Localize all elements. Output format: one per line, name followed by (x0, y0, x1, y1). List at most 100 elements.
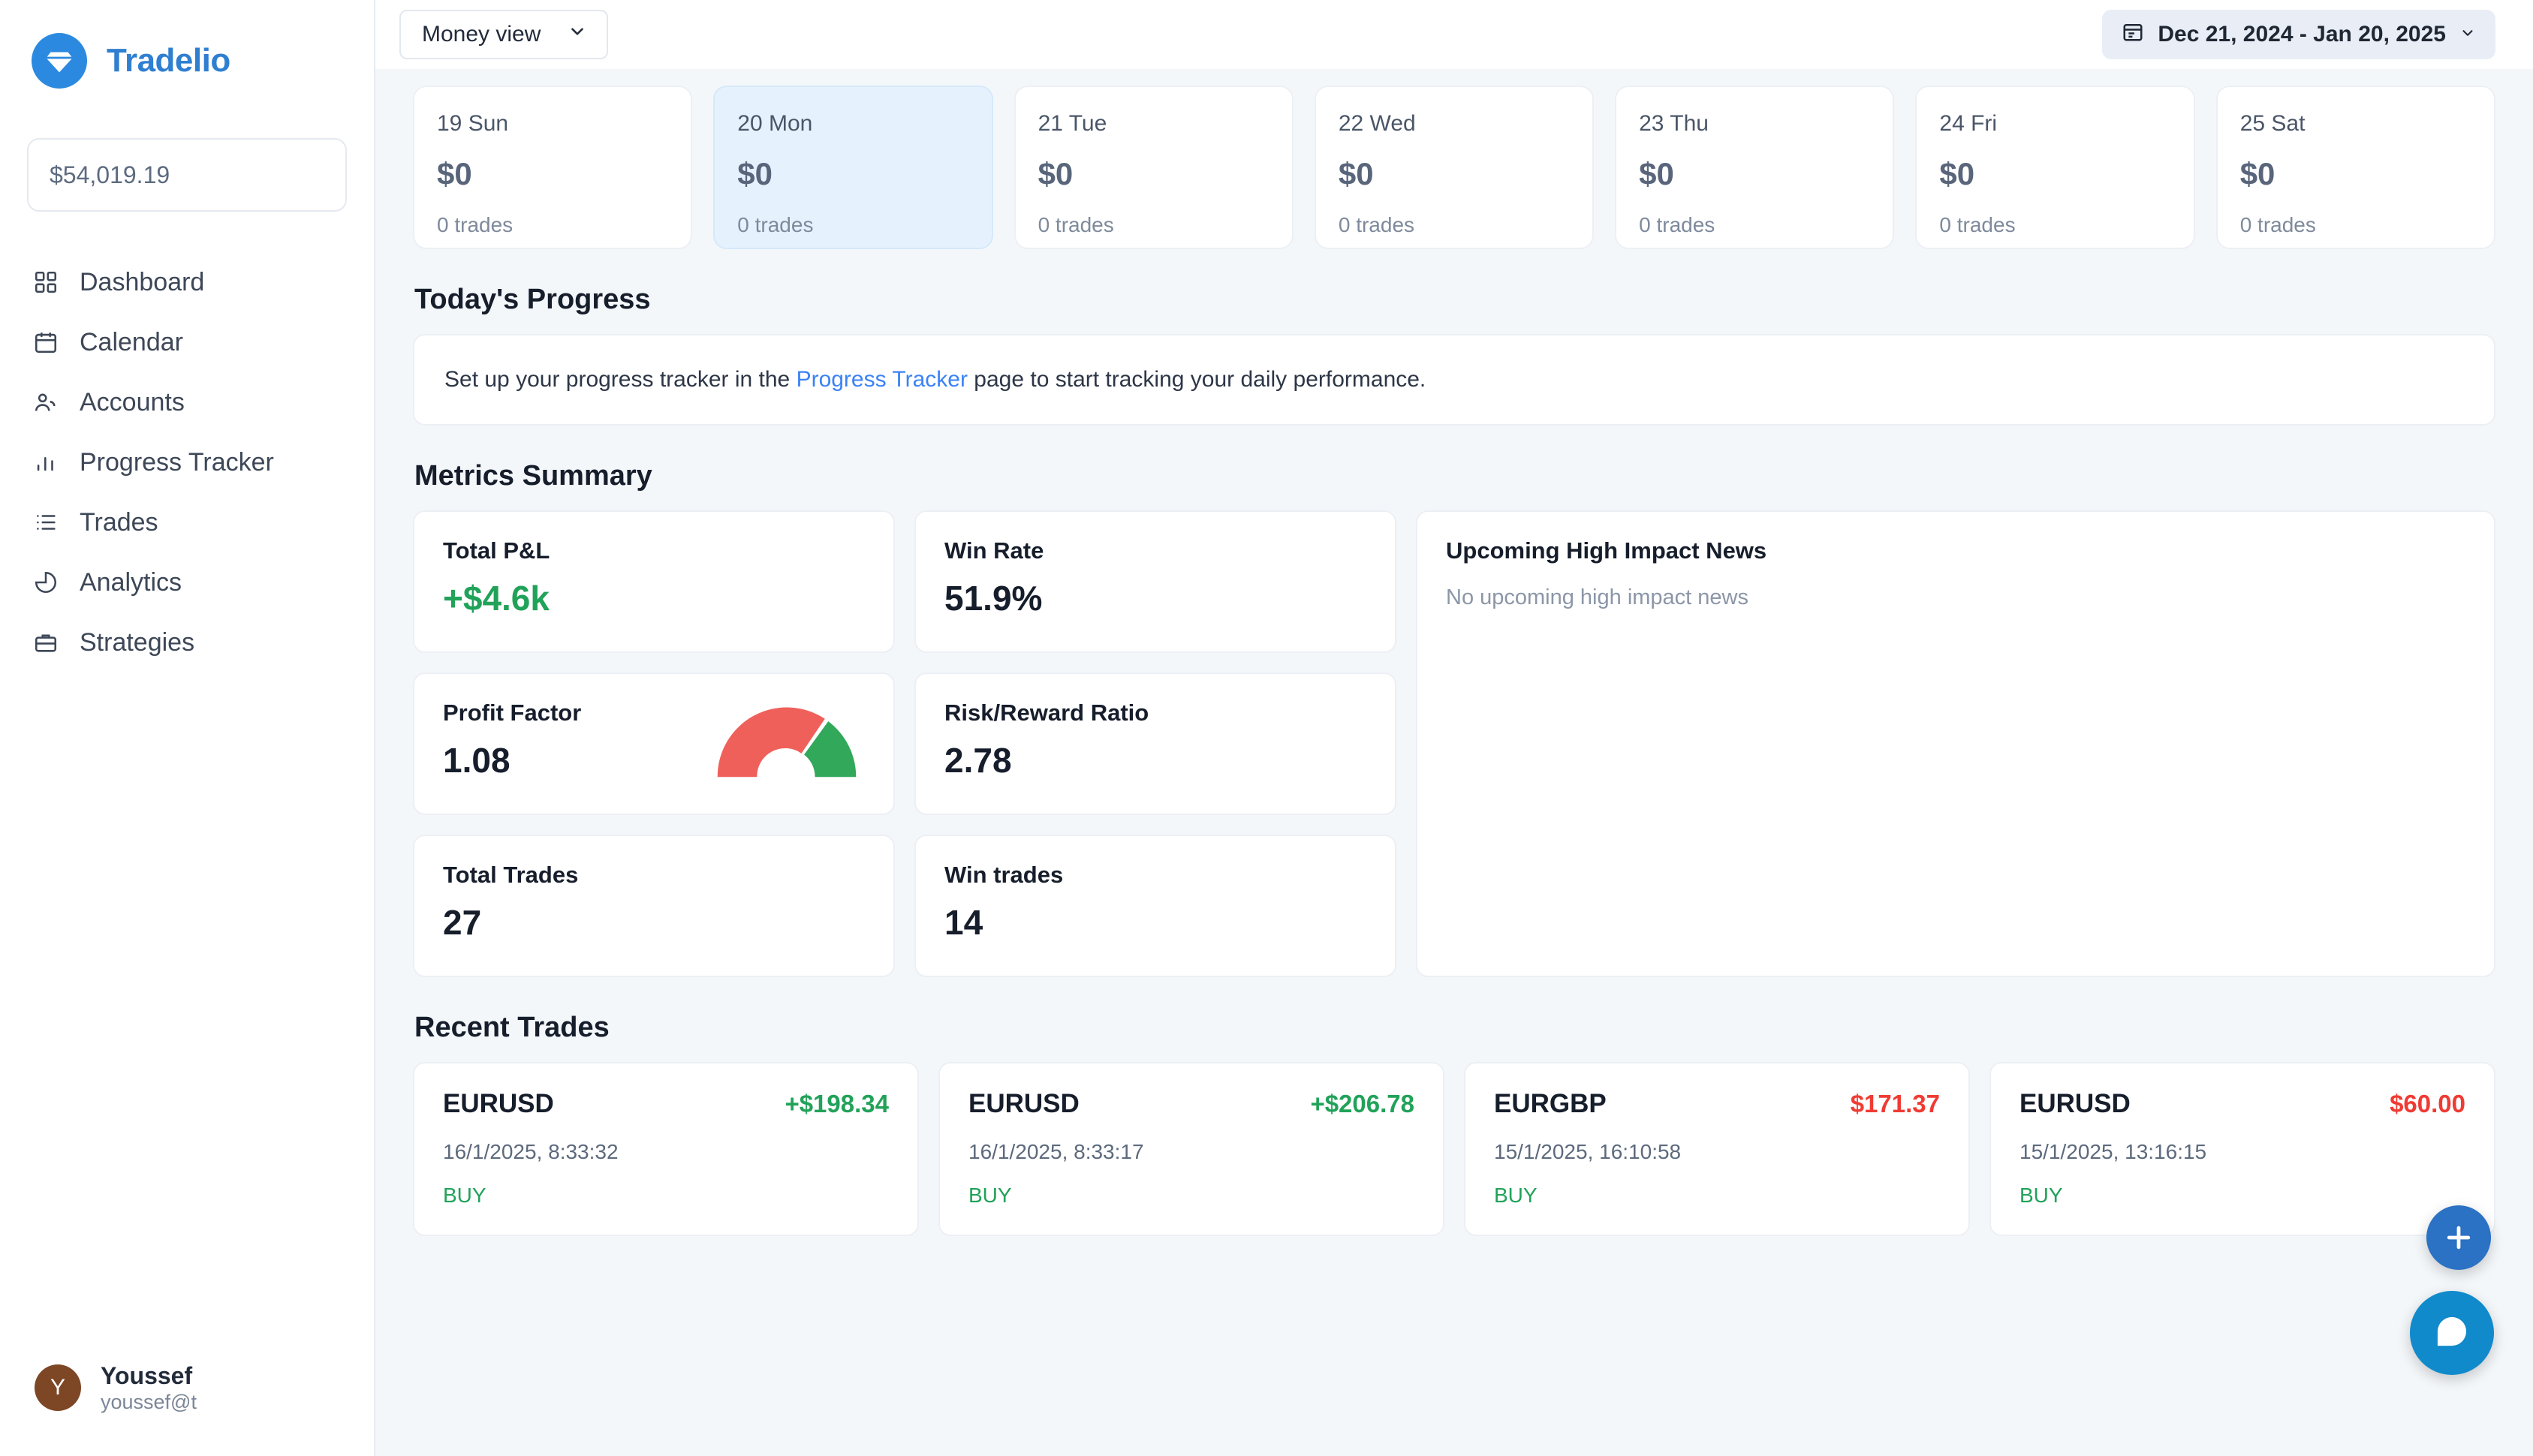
trade-side: BUY (968, 1184, 1012, 1207)
day-card[interactable]: 20 Mon $0 0 trades (713, 86, 993, 249)
day-label: 25 Sat (2239, 111, 2306, 136)
sidebar-item-label: Trades (80, 508, 158, 537)
day-label: 21 Tue (1038, 111, 1107, 136)
progress-tracker-link[interactable]: Progress Tracker (797, 367, 968, 392)
sidebar-item-dashboard[interactable]: Dashboard (0, 252, 374, 312)
day-amount: $0 (437, 156, 472, 191)
avatar: Y (35, 1364, 81, 1412)
trade-time: 15/1/2025, 13:16:15 (2019, 1140, 2207, 1163)
sidebar-item-label: Strategies (80, 628, 195, 657)
day-amount: $0 (1939, 156, 1975, 191)
chat-support-button[interactable] (2410, 1291, 2494, 1375)
sidebar-item-trades[interactable]: Trades (0, 492, 374, 552)
sidebar-item-accounts[interactable]: Accounts (0, 372, 374, 432)
day-label: 22 Wed (1338, 111, 1416, 136)
upcoming-news-empty: No upcoming high impact news (1446, 585, 1748, 609)
trade-side: BUY (2019, 1184, 2063, 1207)
metric-label: Total Trades (443, 862, 579, 888)
metric-label: Risk/Reward Ratio (944, 699, 1149, 726)
trade-pl: +$198.34 (785, 1090, 889, 1118)
plus-icon (2442, 1221, 2475, 1254)
metrics-summary-heading: Metrics Summary (414, 460, 652, 492)
brand[interactable]: Tradelio (0, 0, 374, 89)
trade-time: 16/1/2025, 8:33:32 (443, 1140, 619, 1163)
calendar-icon (2122, 20, 2144, 49)
list-icon (33, 510, 59, 535)
sidebar-item-progress-tracker[interactable]: Progress Tracker (0, 432, 374, 492)
diamond-logo-icon (32, 33, 87, 89)
trade-pl: $171.37 (1850, 1090, 1940, 1118)
progress-text-after: page to start tracking your daily perfor… (967, 367, 1426, 392)
day-card[interactable]: 21 Tue $0 0 trades (1014, 86, 1294, 249)
day-trades: 0 trades (1939, 213, 2016, 236)
sidebar-item-label: Dashboard (80, 268, 205, 296)
account-balance[interactable]: $54,019.19 (27, 138, 347, 212)
view-select[interactable]: Money view (399, 10, 608, 59)
day-trades: 0 trades (2239, 213, 2316, 236)
recent-trades-heading: Recent Trades (414, 1012, 610, 1043)
topbar: Money view Dec 21, 2024 - Jan 20, 2025 (375, 0, 2533, 69)
trade-card[interactable]: EURGBP $171.37 15/1/2025, 16:10:58 BUY (1464, 1062, 1970, 1236)
bar-chart-icon (33, 450, 59, 475)
day-card[interactable]: 25 Sat $0 0 trades (2215, 86, 2495, 249)
brand-name: Tradelio (107, 42, 230, 79)
day-label: 23 Thu (1639, 111, 1709, 136)
day-label: 24 Fri (1939, 111, 1998, 136)
day-card[interactable]: 23 Thu $0 0 trades (1615, 86, 1895, 249)
trade-side: BUY (443, 1184, 486, 1207)
trade-card[interactable]: EURUSD +$206.78 16/1/2025, 8:33:17 BUY (938, 1062, 1444, 1236)
metric-label: Total P&L (443, 537, 550, 564)
date-range-picker[interactable]: Dec 21, 2024 - Jan 20, 2025 (2102, 10, 2495, 59)
metric-card-total-trades: Total Trades 27 (413, 835, 895, 977)
users-icon (33, 390, 59, 415)
account-balance-value: $54,019.19 (50, 161, 170, 188)
trade-symbol: EURUSD (2019, 1089, 2131, 1118)
trade-pl: $60.00 (2390, 1090, 2465, 1118)
trade-card[interactable]: EURUSD $60.00 15/1/2025, 13:16:15 BUY (1989, 1062, 2495, 1236)
chat-bubble-icon (2432, 1312, 2471, 1355)
sidebar-item-label: Accounts (80, 388, 185, 417)
progress-tracker-banner: Set up your progress tracker in the Prog… (413, 334, 2495, 426)
trade-symbol: EURUSD (443, 1089, 554, 1118)
sidebar-item-label: Calendar (80, 328, 183, 356)
metric-label: Win Rate (944, 537, 1044, 564)
day-trades: 0 trades (737, 213, 814, 236)
profit-factor-gauge-icon (706, 696, 868, 785)
add-trade-button[interactable] (2426, 1205, 2491, 1270)
sidebar-item-analytics[interactable]: Analytics (0, 552, 374, 612)
metric-card-win-trades: Win trades 14 (914, 835, 1396, 977)
date-range-value: Dec 21, 2024 - Jan 20, 2025 (2158, 22, 2446, 47)
grid-icon (33, 269, 59, 295)
metrics-grid: Total P&L +$4.6k Win Rate 51.9% Profit F… (413, 510, 1396, 977)
chevron-down-icon (568, 22, 587, 47)
trade-header: EURUSD +$198.34 (443, 1089, 889, 1119)
trade-symbol: EURUSD (968, 1089, 1080, 1118)
briefcase-icon (33, 630, 59, 655)
day-amount: $0 (1338, 156, 1374, 191)
trade-card[interactable]: EURUSD +$198.34 16/1/2025, 8:33:32 BUY (413, 1062, 919, 1236)
sidebar-item-label: Progress Tracker (80, 448, 274, 477)
trade-header: EURUSD $60.00 (2019, 1089, 2465, 1119)
day-card[interactable]: 24 Fri $0 0 trades (1915, 86, 2195, 249)
day-label: 20 Mon (737, 111, 813, 136)
user-profile[interactable]: Y Youssef youssef@t (0, 1362, 375, 1456)
day-trades: 0 trades (1038, 213, 1114, 236)
upcoming-news-card: Upcoming High Impact News No upcoming hi… (1416, 510, 2495, 977)
metric-value: +$4.6k (443, 579, 550, 618)
trade-symbol: EURGBP (1494, 1089, 1607, 1118)
sidebar-item-calendar[interactable]: Calendar (0, 312, 374, 372)
trade-time: 15/1/2025, 16:10:58 (1494, 1140, 1682, 1163)
day-card[interactable]: 19 Sun $0 0 trades (413, 86, 693, 249)
day-label: 19 Sun (437, 111, 509, 136)
trade-pl: +$206.78 (1310, 1090, 1414, 1118)
sidebar-item-strategies[interactable]: Strategies (0, 612, 374, 672)
progress-text-before: Set up your progress tracker in the (444, 367, 797, 392)
day-trades: 0 trades (1639, 213, 1715, 236)
day-trades: 0 trades (437, 213, 514, 236)
metric-value: 27 (443, 903, 482, 942)
day-card[interactable]: 22 Wed $0 0 trades (1314, 86, 1595, 249)
trade-time: 16/1/2025, 8:33:17 (968, 1140, 1144, 1163)
calendar-icon (33, 329, 59, 355)
trade-side: BUY (1494, 1184, 1538, 1207)
view-select-value: Money view (422, 22, 541, 47)
